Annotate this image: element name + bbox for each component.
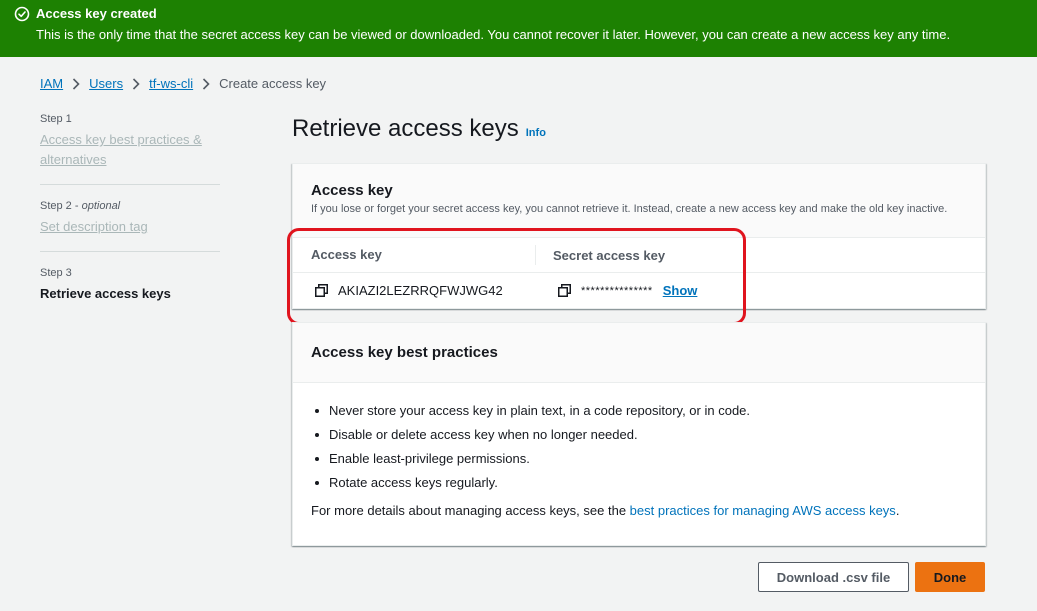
step-label: Step 2 - optional xyxy=(40,200,121,212)
access-key-panel: Access key If you lose or forget your se… xyxy=(292,163,986,309)
flash-message: This is the only time that the secret ac… xyxy=(36,27,951,42)
key-table-header: Access key Secret access key xyxy=(293,238,985,273)
key-table-row: AKIAZI2LEZRRQFWJWG42 *************** Sho… xyxy=(293,273,985,308)
column-access-key: Access key xyxy=(293,245,536,265)
best-practices-body: Never store your access key in plain tex… xyxy=(293,383,985,518)
list-item: Disable or delete access key when no lon… xyxy=(311,427,967,443)
list-item: Never store your access key in plain tex… xyxy=(311,403,967,419)
copy-icon[interactable] xyxy=(558,284,571,297)
step-2-link[interactable]: Set description tag xyxy=(40,217,220,237)
secret-key-masked: *************** xyxy=(581,284,653,297)
breadcrumb-users[interactable]: Users xyxy=(89,76,123,91)
best-practices-panel: Access key best practices Never store yo… xyxy=(292,322,986,546)
copy-icon[interactable] xyxy=(315,284,328,297)
step-2: Step 2 - optional Set description tag xyxy=(40,199,220,252)
access-key-panel-title: Access key xyxy=(311,182,393,199)
page-title: Retrieve access keys xyxy=(292,115,519,142)
download-csv-button[interactable]: Download .csv file xyxy=(758,562,909,592)
best-practices-link[interactable]: best practices for managing AWS access k… xyxy=(630,503,896,518)
chevron-right-icon xyxy=(72,77,80,90)
best-practices-list: Never store your access key in plain tex… xyxy=(311,403,967,491)
step-label: Step 1 xyxy=(40,113,72,125)
step-1: Step 1 Access key best practices & alter… xyxy=(40,112,220,185)
list-item: Enable least-privilege permissions. xyxy=(311,451,967,467)
step-3-current: Retrieve access keys xyxy=(40,286,171,301)
access-key-panel-header: Access key If you lose or forget your se… xyxy=(293,164,985,238)
step-label: Step 3 xyxy=(40,267,72,279)
success-flash-banner: Access key created This is the only time… xyxy=(0,0,1037,57)
secret-key-cell: *************** Show xyxy=(536,283,697,298)
page-header: Retrieve access keys Info xyxy=(292,115,546,143)
access-key-value: AKIAZI2LEZRRQFWJWG42 xyxy=(338,283,503,298)
best-practices-header: Access key best practices xyxy=(293,323,985,383)
step-3: Step 3 Retrieve access keys xyxy=(40,266,220,318)
list-item: Rotate access keys regularly. xyxy=(311,475,967,491)
breadcrumb-iam[interactable]: IAM xyxy=(40,76,63,91)
flash-title: Access key created xyxy=(36,6,157,21)
best-practices-title: Access key best practices xyxy=(311,344,498,361)
check-circle-icon xyxy=(14,6,30,22)
show-secret-button[interactable]: Show xyxy=(663,283,698,298)
breadcrumb: IAM Users tf-ws-cli Create access key xyxy=(40,76,326,91)
access-key-panel-description: If you lose or forget your secret access… xyxy=(311,203,948,215)
breadcrumb-user[interactable]: tf-ws-cli xyxy=(149,76,193,91)
info-link[interactable]: Info xyxy=(526,127,546,139)
wizard-steps: Step 1 Access key best practices & alter… xyxy=(40,112,220,332)
chevron-right-icon xyxy=(202,77,210,90)
access-key-cell: AKIAZI2LEZRRQFWJWG42 xyxy=(293,283,536,298)
chevron-right-icon xyxy=(132,77,140,90)
breadcrumb-current: Create access key xyxy=(219,76,327,91)
column-secret-access-key: Secret access key xyxy=(553,247,666,263)
done-button[interactable]: Done xyxy=(915,562,985,592)
best-practices-more: For more details about managing access k… xyxy=(311,503,900,518)
step-1-link[interactable]: Access key best practices & alternatives xyxy=(40,130,220,170)
